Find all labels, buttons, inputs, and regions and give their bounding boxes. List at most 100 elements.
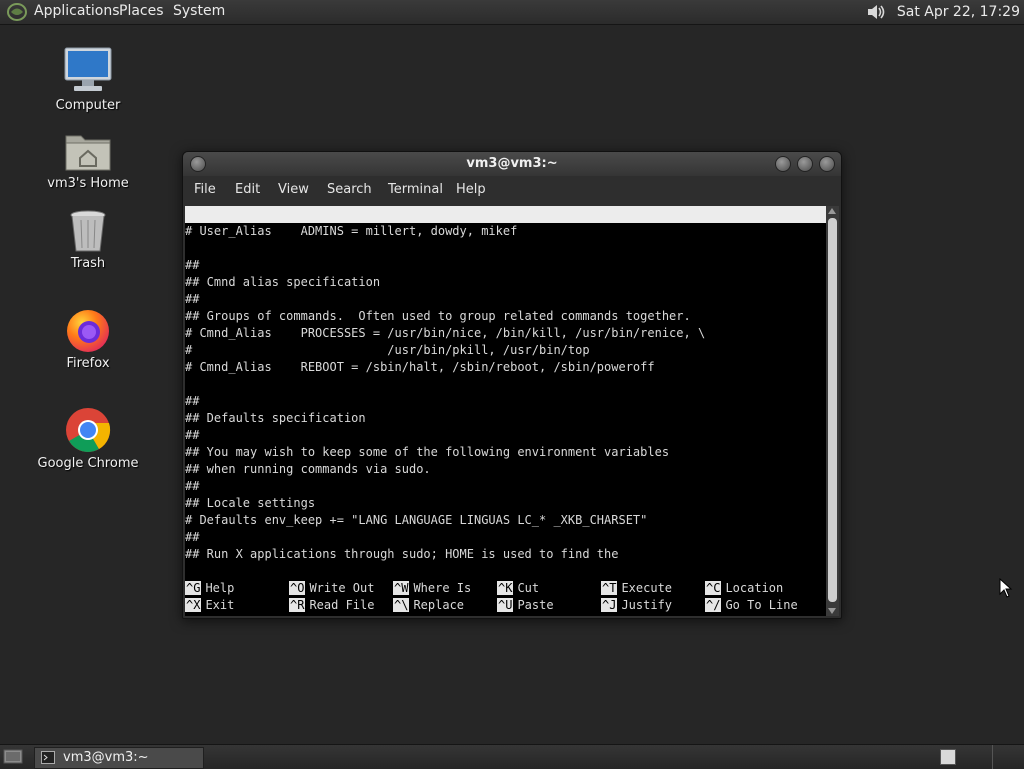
nano-text-line: ## xyxy=(185,394,200,408)
nano-text-line: ## Defaults specification xyxy=(185,411,366,425)
desktop-icon-trash[interactable]: Trash xyxy=(28,208,148,271)
desktop-icon-label: vm3's Home xyxy=(47,176,129,191)
nano-text-line: ## when running commands via sudo. xyxy=(185,462,431,476)
nano-shortcut-key: ^T xyxy=(601,581,618,595)
menu-view[interactable]: View xyxy=(278,182,309,197)
nano-text-line: ## Locale settings xyxy=(185,496,316,510)
nano-shortcut[interactable]: ^W Where Is xyxy=(393,580,471,597)
nano-shortcut-key: ^W xyxy=(393,581,410,595)
nano-shortcut[interactable]: ^O Write Out xyxy=(289,580,374,597)
nano-text-line: ## You may wish to keep some of the foll… xyxy=(185,445,670,459)
menu-applications[interactable]: Applications xyxy=(34,0,120,24)
nano-shortcut[interactable]: ^R Read File xyxy=(289,597,374,614)
nano-shortcut-key: ^C xyxy=(705,581,722,595)
nano-shortcut-label: Justify xyxy=(621,598,673,612)
nano-shortcut[interactable]: ^U Paste xyxy=(497,597,554,614)
nano-shortcut-key: ^O xyxy=(289,581,306,595)
distro-logo-icon[interactable] xyxy=(6,2,28,22)
nano-shortcut-label: Exit xyxy=(205,598,235,612)
nano-filename: /etc/sudoers xyxy=(473,241,560,255)
nano-text-line: ## xyxy=(185,258,200,272)
window-menu-icon[interactable] xyxy=(190,156,206,172)
nano-shortcut-key: ^K xyxy=(497,581,514,595)
nano-shortcut-label: Location xyxy=(725,581,784,595)
terminal-menubar: File Edit View Search Terminal Help xyxy=(183,176,841,204)
menu-help[interactable]: Help xyxy=(456,182,486,197)
nano-shortcut-label: Where Is xyxy=(413,581,472,595)
scrollbar-thumb[interactable] xyxy=(828,218,837,602)
chrome-icon xyxy=(66,408,111,452)
taskbar-window-button[interactable]: vm3@vm3:~ xyxy=(34,747,204,769)
nano-titlebar: GNU nano 7.2 /etc/sudoers xyxy=(185,206,826,255)
nano-text-line: ## xyxy=(185,479,200,493)
nano-shortcut-label: Paste xyxy=(517,598,554,612)
terminal-window[interactable]: vm3@vm3:~ File Edit View Search Terminal… xyxy=(182,151,842,619)
nano-shortcut-label: Go To Line xyxy=(725,598,798,612)
close-button[interactable] xyxy=(819,156,835,172)
nano-shortcut-label: Execute xyxy=(621,581,673,595)
desktop-icon-label: Trash xyxy=(70,256,106,271)
nano-shortcut-key: ^J xyxy=(601,598,618,612)
nano-text-line: ## xyxy=(185,530,200,544)
nano-text-line: # /usr/bin/pkill, /usr/bin/top xyxy=(185,343,590,357)
nano-text-line: ## Run X applications through sudo; HOME… xyxy=(185,547,619,561)
desktop-icon-chrome[interactable]: Google Chrome xyxy=(28,406,148,471)
menu-places[interactable]: Places xyxy=(119,0,164,24)
window-titlebar[interactable]: vm3@vm3:~ xyxy=(183,152,841,176)
menu-terminal[interactable]: Terminal xyxy=(388,182,443,197)
top-panel: Applications Places System Sat Apr 22, 1… xyxy=(0,0,1024,25)
desktop-icon-label: Computer xyxy=(55,98,121,113)
nano-text-line: ## Groups of commands. Often used to gro… xyxy=(185,309,691,323)
nano-shortcut-label: Read File xyxy=(309,598,375,612)
menu-edit[interactable]: Edit xyxy=(235,182,260,197)
nano-text-line: # Defaults env_keep += "LANG LANGUAGE LI… xyxy=(185,513,648,527)
clock[interactable]: Sat Apr 22, 17:29 xyxy=(897,4,1020,20)
minimize-button[interactable] xyxy=(775,156,791,172)
menu-file[interactable]: File xyxy=(194,182,216,197)
nano-shortcut-label: Replace xyxy=(413,598,465,612)
nano-shortcut[interactable]: ^C Location xyxy=(705,580,783,597)
scroll-down-icon[interactable] xyxy=(828,608,836,614)
nano-text-line: # Cmnd_Alias PROCESSES = /usr/bin/nice, … xyxy=(185,326,706,340)
nano-shortcut-key: ^X xyxy=(185,598,202,612)
volume-icon[interactable] xyxy=(865,2,887,22)
nano-shortcut[interactable]: ^X Exit xyxy=(185,597,234,614)
desktop-icon-computer[interactable]: Computer xyxy=(28,46,148,113)
nano-shortcut-label: Help xyxy=(205,581,235,595)
scroll-up-icon[interactable] xyxy=(828,208,836,214)
trash-icon xyxy=(70,210,106,252)
nano-text-line: ## xyxy=(185,292,200,306)
nano-text-line: ## xyxy=(185,428,200,442)
computer-icon xyxy=(64,47,112,91)
nano-shortcut-key: ^R xyxy=(289,598,306,612)
nano-shortcut[interactable]: ^J Justify xyxy=(601,597,672,614)
nano-shortcut[interactable]: ^G Help xyxy=(185,580,234,597)
nano-shortcut[interactable]: ^K Cut xyxy=(497,580,539,597)
desktop-icon-firefox[interactable]: Firefox xyxy=(28,306,148,371)
terminal-scrollbar[interactable] xyxy=(826,206,839,616)
terminal-icon xyxy=(41,751,55,764)
taskbar-window-label: vm3@vm3:~ xyxy=(63,750,149,765)
show-desktop-icon[interactable] xyxy=(3,748,23,766)
nano-text-line: ## Cmnd alias specification xyxy=(185,275,381,289)
desktop-icon-home[interactable]: vm3's Home xyxy=(28,128,148,191)
menu-system[interactable]: System xyxy=(173,0,225,24)
menu-search[interactable]: Search xyxy=(327,182,372,197)
nano-shortcut-key: ^\ xyxy=(393,598,410,612)
desktop-icon-label: Firefox xyxy=(66,356,110,371)
nano-shortcut-label: Write Out xyxy=(309,581,375,595)
workspace-switcher[interactable] xyxy=(940,749,956,765)
nano-shortcut[interactable]: ^/Go To Line xyxy=(705,597,798,614)
nano-shortcut-label: Cut xyxy=(517,581,540,595)
window-title: vm3@vm3:~ xyxy=(466,156,558,171)
panel-divider xyxy=(992,745,993,769)
bottom-panel: vm3@vm3:~ xyxy=(0,744,1024,769)
maximize-button[interactable] xyxy=(797,156,813,172)
nano-text-line: # Cmnd_Alias REBOOT = /sbin/halt, /sbin/… xyxy=(185,360,655,374)
nano-shortcut-key: ^G xyxy=(185,581,202,595)
home-folder-icon xyxy=(65,135,111,171)
terminal-screen[interactable]: GNU nano 7.2 /etc/sudoers # User_Alias A… xyxy=(185,206,826,616)
nano-shortcut[interactable]: ^\ Replace xyxy=(393,597,464,614)
nano-shortcut[interactable]: ^T Execute xyxy=(601,580,672,597)
nano-text-line: # User_Alias ADMINS = millert, dowdy, mi… xyxy=(185,224,518,238)
